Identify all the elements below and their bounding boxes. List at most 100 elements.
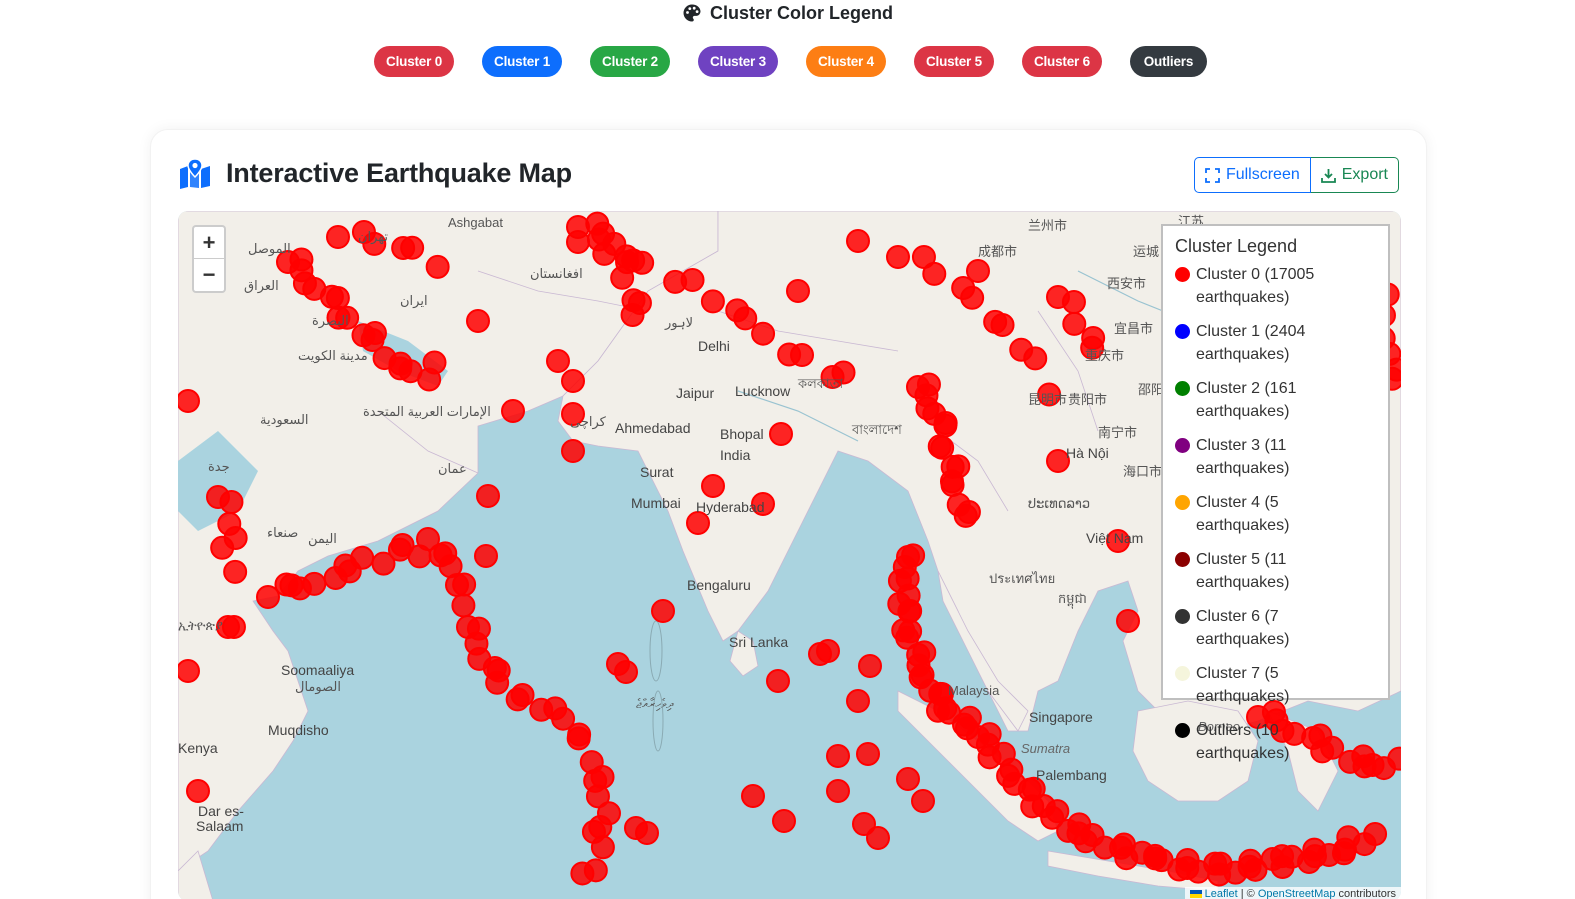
earthquake-marker[interactable] xyxy=(766,669,790,693)
label-sumatra: Sumatra xyxy=(1021,741,1071,756)
earthquake-marker[interactable] xyxy=(966,259,990,283)
earthquake-marker[interactable] xyxy=(701,474,725,498)
earthquake-marker[interactable] xyxy=(858,654,882,678)
earthquake-marker[interactable] xyxy=(1116,609,1140,633)
earthquake-marker[interactable] xyxy=(960,285,985,310)
earthquake-marker[interactable] xyxy=(561,439,585,463)
chip-cluster-3[interactable]: Cluster 3 xyxy=(698,46,778,77)
earthquake-marker[interactable] xyxy=(826,779,850,803)
earthquake-marker[interactable] xyxy=(325,285,350,310)
export-button[interactable]: Export xyxy=(1310,157,1399,193)
earthquake-marker[interactable] xyxy=(686,511,710,535)
earthquake-marker[interactable] xyxy=(911,789,935,813)
export-label: Export xyxy=(1341,166,1388,183)
earthquake-marker[interactable] xyxy=(933,413,958,438)
chip-cluster-6[interactable]: Cluster 6 xyxy=(1021,46,1102,77)
zoom-out-button[interactable]: − xyxy=(194,259,224,291)
earthquake-marker[interactable] xyxy=(635,821,659,845)
label-hanoi: Hà Nội xyxy=(1066,445,1109,461)
osm-link[interactable]: OpenStreetMap xyxy=(1258,888,1336,899)
earthquake-marker[interactable] xyxy=(700,289,725,314)
label-lahore: لاہور xyxy=(665,315,694,330)
earthquake-marker[interactable] xyxy=(186,779,210,803)
earthquake-marker[interactable] xyxy=(953,503,978,528)
chip-cluster-5[interactable]: Cluster 5 xyxy=(913,46,994,77)
earthquake-marker[interactable] xyxy=(223,559,248,584)
earthquake-marker[interactable] xyxy=(990,313,1015,338)
earthquake-marker[interactable] xyxy=(1062,311,1087,336)
earthquake-marker[interactable] xyxy=(816,639,840,663)
zoom-in-button[interactable]: + xyxy=(194,227,224,259)
legend-item: Cluster 5 (11 earthquakes) xyxy=(1175,548,1376,594)
earthquake-marker[interactable] xyxy=(400,235,425,260)
label-nanning: 南宁市 xyxy=(1098,425,1138,440)
earthquake-marker[interactable] xyxy=(610,265,635,290)
earthquake-marker[interactable] xyxy=(620,303,645,328)
chip-cluster-1[interactable]: Cluster 1 xyxy=(482,46,563,77)
earthquake-marker[interactable] xyxy=(1061,290,1086,315)
earthquake-marker[interactable] xyxy=(940,473,965,498)
earthquake-marker[interactable] xyxy=(326,225,350,249)
earthquake-marker[interactable] xyxy=(178,389,200,413)
earthquake-marker[interactable] xyxy=(566,215,590,239)
earthquake-marker[interactable] xyxy=(221,615,246,640)
label-mosul: الموصل xyxy=(248,241,291,256)
earthquake-marker[interactable] xyxy=(350,545,375,570)
earthquake-marker[interactable] xyxy=(510,683,535,708)
earthquake-marker[interactable] xyxy=(422,350,447,375)
earthquake-marker[interactable] xyxy=(846,229,870,253)
label-iran: ایران xyxy=(400,293,428,308)
chip-cluster-0[interactable]: Cluster 0 xyxy=(374,46,455,77)
earthquake-marker[interactable] xyxy=(561,369,585,393)
earthquake-marker[interactable] xyxy=(1387,746,1401,771)
leaflet-link[interactable]: Leaflet xyxy=(1205,888,1238,899)
earthquake-marker[interactable] xyxy=(416,527,440,551)
earthquake-marker[interactable] xyxy=(302,571,327,596)
earthquake-marker[interactable] xyxy=(769,422,793,446)
earthquake-marker[interactable] xyxy=(866,826,890,850)
earthquake-marker[interactable] xyxy=(445,573,470,598)
earthquake-marker[interactable] xyxy=(741,784,765,808)
earthquake-marker[interactable] xyxy=(210,535,235,560)
label-hyderabad: Hyderabad xyxy=(696,499,765,515)
earthquake-marker[interactable] xyxy=(886,245,910,269)
earthquake-marker[interactable] xyxy=(466,309,490,333)
chip-cluster-2[interactable]: Cluster 2 xyxy=(590,46,670,77)
earthquake-marker[interactable] xyxy=(476,484,500,508)
earthquake-marker[interactable] xyxy=(826,744,850,768)
label-thailand: ประเทศไทย xyxy=(989,571,1056,586)
earthquake-marker[interactable] xyxy=(590,835,615,860)
earthquake-marker[interactable] xyxy=(474,544,498,568)
earthquake-marker[interactable] xyxy=(614,660,638,684)
earthquake-marker[interactable] xyxy=(219,490,244,515)
earthquake-map[interactable]: Delhi Jaipur Lucknow Ahmedabad Bhopal In… xyxy=(178,211,1401,899)
earthquake-marker[interactable] xyxy=(772,809,796,833)
earthquake-marker[interactable] xyxy=(451,593,476,618)
earthquake-marker[interactable] xyxy=(485,670,510,695)
earthquake-marker[interactable] xyxy=(546,349,570,373)
earthquake-marker[interactable] xyxy=(680,268,705,293)
earthquake-marker[interactable] xyxy=(1363,822,1388,847)
legend-item-label: Outliers (10 earthquakes) xyxy=(1196,722,1290,762)
chip-outliers[interactable]: Outliers xyxy=(1129,46,1207,77)
earthquake-marker[interactable] xyxy=(922,261,947,286)
label-malaysia: Malaysia xyxy=(948,683,1000,698)
earthquake-marker[interactable] xyxy=(846,689,870,713)
earthquake-marker[interactable] xyxy=(856,742,880,766)
earthquake-marker[interactable] xyxy=(570,861,595,886)
earthquake-marker[interactable] xyxy=(896,767,920,791)
chip-cluster-4[interactable]: Cluster 4 xyxy=(805,46,886,77)
earthquake-marker[interactable] xyxy=(786,279,810,303)
earthquake-marker[interactable] xyxy=(751,321,776,346)
earthquake-marker[interactable] xyxy=(501,399,525,423)
legend-color-dot xyxy=(1175,324,1190,339)
earthquake-marker[interactable] xyxy=(566,726,591,751)
fullscreen-button[interactable]: Fullscreen xyxy=(1193,157,1311,193)
earthquake-marker[interactable] xyxy=(733,306,758,331)
earthquake-marker[interactable] xyxy=(790,343,815,368)
earthquake-marker[interactable] xyxy=(178,659,200,683)
earthquake-marker[interactable] xyxy=(425,254,450,279)
earthquake-marker[interactable] xyxy=(651,599,675,623)
earthquake-marker[interactable] xyxy=(1023,346,1048,371)
label-sanaa: صنعاء xyxy=(267,525,299,540)
